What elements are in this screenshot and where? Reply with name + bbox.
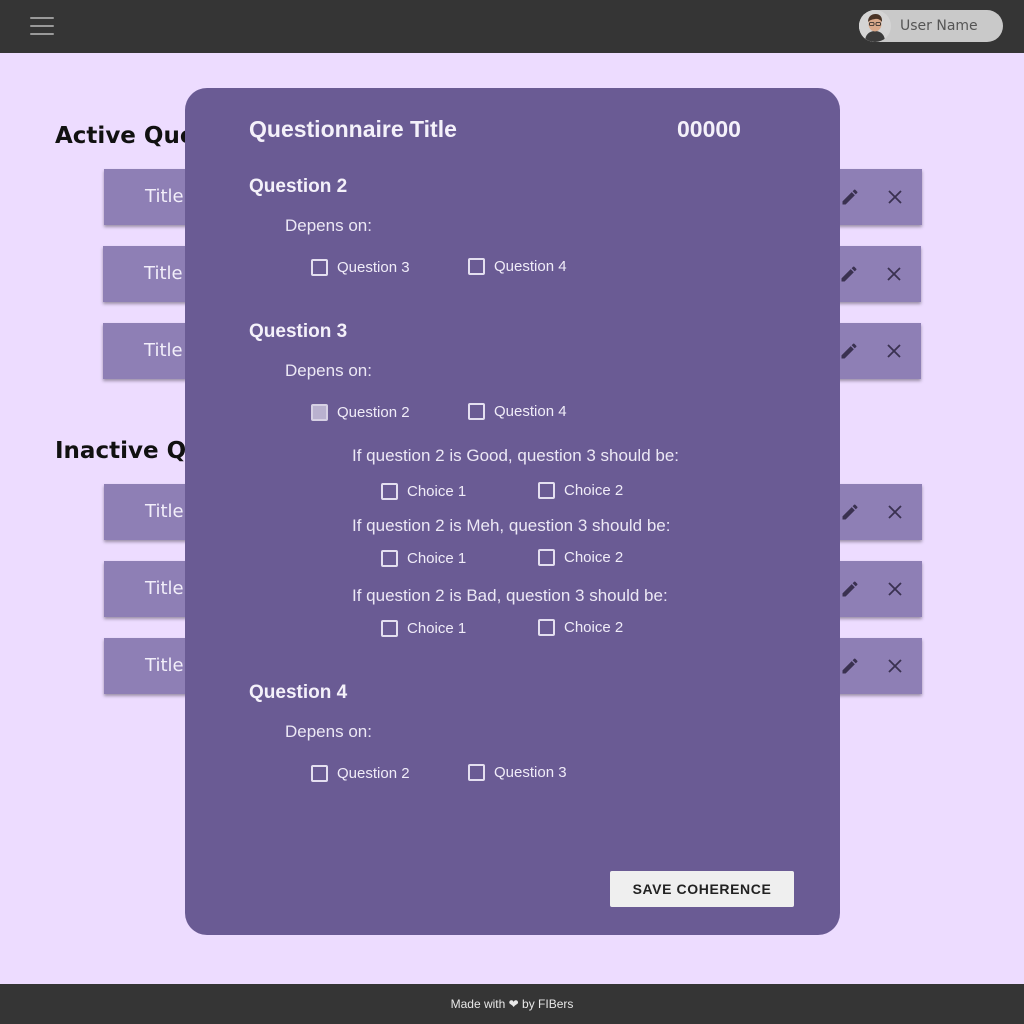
depends-on-label: Depens on: bbox=[285, 361, 372, 380]
choice-checkbox[interactable]: Choice 2 bbox=[538, 549, 623, 566]
close-icon[interactable] bbox=[886, 503, 904, 521]
checkbox-label: Choice 1 bbox=[407, 550, 467, 567]
checkbox-label: Choice 2 bbox=[564, 482, 624, 499]
dependency-checkbox[interactable]: Question 3 bbox=[468, 764, 567, 781]
questionnaire-title: Questionnaire Title bbox=[249, 116, 457, 142]
pencil-icon[interactable] bbox=[839, 264, 859, 284]
dependency-checkbox[interactable]: Question 4 bbox=[468, 403, 567, 420]
footer: Made with ❤ by FIBers bbox=[0, 984, 1024, 1024]
checkbox-label: Choice 2 bbox=[564, 549, 624, 566]
condition-label: If question 2 is Bad, question 3 should … bbox=[352, 586, 668, 605]
checkbox-box[interactable] bbox=[538, 482, 555, 499]
checkbox-box[interactable] bbox=[311, 259, 328, 276]
checkbox-box[interactable] bbox=[381, 550, 398, 567]
checkbox-box[interactable] bbox=[311, 765, 328, 782]
footer-text: Made with ❤ by FIBers bbox=[450, 997, 574, 1011]
checkbox-box[interactable] bbox=[468, 764, 485, 781]
pencil-icon[interactable] bbox=[840, 656, 860, 676]
dependency-checkbox[interactable]: Question 2 bbox=[311, 404, 410, 421]
save-coherence-button[interactable]: SAVE COHERENCE bbox=[610, 871, 794, 907]
checkbox-label: Choice 2 bbox=[564, 619, 624, 636]
checkbox-label: Question 4 bbox=[494, 258, 567, 275]
pencil-icon[interactable] bbox=[839, 341, 859, 361]
pencil-icon[interactable] bbox=[840, 579, 860, 599]
close-icon[interactable] bbox=[885, 342, 903, 360]
checkbox-box[interactable] bbox=[468, 403, 485, 420]
checkbox-box[interactable] bbox=[538, 619, 555, 636]
menu-icon[interactable] bbox=[30, 17, 54, 35]
checkbox-label: Question 2 bbox=[337, 404, 410, 421]
question-heading: Question 2 bbox=[249, 176, 348, 197]
pencil-icon[interactable] bbox=[840, 187, 860, 207]
top-app-bar: User Name bbox=[0, 0, 1024, 53]
question-heading: Question 4 bbox=[249, 682, 348, 703]
questionnaire-row-title: Title bbox=[145, 578, 184, 599]
condition-label: If question 2 is Good, question 3 should… bbox=[352, 446, 680, 465]
checkbox-label: Choice 1 bbox=[407, 620, 467, 637]
questionnaire-row-title: Title bbox=[145, 655, 184, 676]
close-icon[interactable] bbox=[886, 657, 904, 675]
close-icon[interactable] bbox=[886, 188, 904, 206]
checkbox-box[interactable] bbox=[311, 404, 328, 421]
dependency-checkbox[interactable]: Question 2 bbox=[311, 765, 410, 782]
questionnaire-row-title: Title bbox=[145, 186, 184, 207]
checkbox-label: Question 4 bbox=[494, 403, 567, 420]
checkbox-box[interactable] bbox=[381, 483, 398, 500]
questionnaire-row-title: Title bbox=[144, 340, 183, 361]
checkbox-label: Question 3 bbox=[337, 259, 410, 276]
avatar bbox=[859, 10, 891, 42]
depends-on-label: Depens on: bbox=[285, 722, 372, 741]
user-name: User Name bbox=[900, 18, 978, 34]
questionnaire-row-title: Title bbox=[145, 501, 184, 522]
condition-label: If question 2 is Meh, question 3 should … bbox=[352, 516, 671, 535]
choice-checkbox[interactable]: Choice 1 bbox=[381, 483, 466, 500]
choice-checkbox[interactable]: Choice 1 bbox=[381, 620, 466, 637]
checkbox-box[interactable] bbox=[468, 258, 485, 275]
depends-on-label: Depens on: bbox=[285, 216, 372, 235]
checkbox-label: Choice 1 bbox=[407, 483, 467, 500]
choice-checkbox[interactable]: Choice 2 bbox=[538, 482, 623, 499]
pencil-icon[interactable] bbox=[840, 502, 860, 522]
user-chip[interactable]: User Name bbox=[859, 10, 1003, 42]
checkbox-box[interactable] bbox=[381, 620, 398, 637]
question-heading: Question 3 bbox=[249, 321, 348, 342]
checkbox-label: Question 3 bbox=[494, 764, 567, 781]
checkbox-label: Question 2 bbox=[337, 765, 410, 782]
checkbox-box[interactable] bbox=[538, 549, 555, 566]
questionnaire-id: 00000 bbox=[677, 116, 741, 142]
coherence-dialog: Questionnaire Title 00000 Question 2 Dep… bbox=[185, 88, 840, 935]
choice-checkbox[interactable]: Choice 2 bbox=[538, 619, 623, 636]
questionnaire-row-title: Title bbox=[144, 263, 183, 284]
close-icon[interactable] bbox=[885, 265, 903, 283]
choice-checkbox[interactable]: Choice 1 bbox=[381, 550, 466, 567]
close-icon[interactable] bbox=[886, 580, 904, 598]
dependency-checkbox[interactable]: Question 3 bbox=[311, 259, 410, 276]
dependency-checkbox[interactable]: Question 4 bbox=[468, 258, 567, 275]
